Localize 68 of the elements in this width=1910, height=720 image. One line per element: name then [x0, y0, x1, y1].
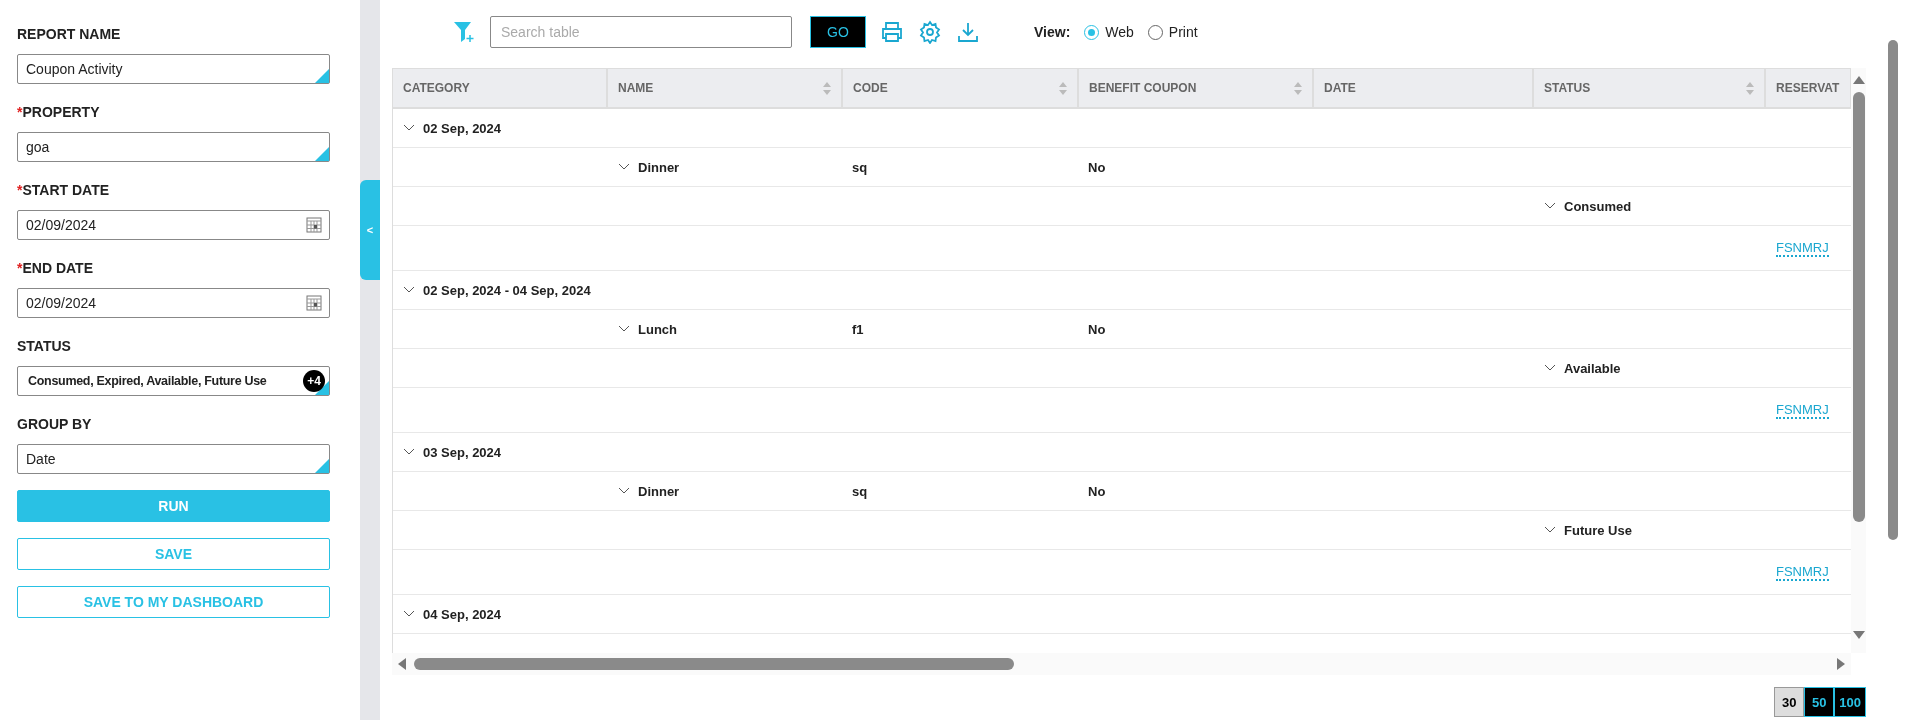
view-radio[interactable]: Print [1147, 24, 1198, 40]
column-header[interactable]: NAME [608, 69, 843, 107]
horizontal-scrollbar-thumb[interactable] [414, 658, 1014, 670]
group-row[interactable]: 03 Sep, 2024 [393, 444, 1851, 460]
scroll-right-icon[interactable] [1837, 658, 1845, 670]
printer-icon[interactable] [880, 20, 904, 44]
calendar-icon[interactable] [306, 295, 322, 311]
group-row[interactable]: 04 Sep, 2024 [393, 606, 1851, 622]
corner-triangle-icon [315, 69, 329, 83]
page-size-button[interactable]: 30 [1774, 687, 1805, 717]
page-size-button[interactable]: 100 [1834, 687, 1866, 717]
chevron-icon[interactable] [403, 448, 415, 456]
field-label: REPORT NAME [17, 26, 122, 42]
table-cell-text: No [1087, 321, 1107, 337]
search-field[interactable]: Search table [490, 16, 792, 48]
chevron-icon[interactable] [1544, 364, 1556, 372]
chevron-icon[interactable] [618, 163, 630, 171]
table-cell-text: sq [851, 159, 869, 175]
select-field[interactable]: Consumed, Expired, Available, Future Use +4 [17, 366, 330, 396]
group-row[interactable]: 02 Sep, 2024 [393, 120, 1851, 136]
field-label: *END DATE [17, 260, 94, 276]
date-field[interactable]: 02/09/2024 [17, 210, 330, 240]
status-cell[interactable]: Consumed [1534, 198, 1766, 214]
field-label: *START DATE [17, 182, 111, 198]
select-field[interactable]: Date [17, 444, 330, 474]
corner-triangle-icon [315, 147, 329, 161]
chevron-icon[interactable] [1544, 202, 1556, 210]
scroll-up-icon[interactable] [1852, 76, 1865, 84]
chevron-icon[interactable] [618, 487, 630, 495]
download-icon[interactable] [956, 20, 980, 44]
name-cell[interactable]: Lunch [608, 321, 843, 337]
status-cell[interactable]: Future Use [1534, 522, 1766, 538]
column-header[interactable]: CATEGORY [393, 69, 608, 107]
table-cell-text: No [1087, 483, 1107, 499]
chevron-icon[interactable] [1544, 526, 1556, 534]
field-label: GROUP BY [17, 416, 93, 432]
view-label: View: [1034, 24, 1071, 40]
chevron-icon[interactable] [403, 610, 415, 618]
vertical-scrollbar-thumb[interactable] [1852, 92, 1865, 522]
view-radio[interactable]: Web [1084, 24, 1134, 40]
group-row[interactable]: 02 Sep, 2024 - 04 Sep, 2024 [393, 282, 1851, 298]
column-header[interactable]: CODE [843, 69, 1079, 107]
column-header[interactable]: DATE [1314, 69, 1534, 107]
date-field[interactable]: 02/09/2024 [17, 288, 330, 318]
table-cell-text: sq [851, 483, 869, 499]
field-label: STATUS [17, 338, 72, 354]
status-cell[interactable]: Available [1534, 360, 1766, 376]
field-label: *PROPERTY [17, 104, 101, 120]
name-cell[interactable]: Dinner [608, 159, 843, 175]
name-cell[interactable]: Dinner [608, 483, 843, 499]
scroll-left-icon[interactable] [398, 658, 406, 670]
chevron-icon[interactable] [403, 124, 415, 132]
chevron-icon[interactable] [618, 325, 630, 333]
table-cell-text: f1 [851, 321, 865, 337]
column-header[interactable]: STATUS [1534, 69, 1766, 107]
count-badge: +4 [303, 370, 325, 392]
column-header[interactable]: BENEFIT COUPON [1079, 69, 1314, 107]
select-field[interactable]: Coupon Activity [17, 54, 330, 84]
scroll-down-icon[interactable] [1852, 631, 1865, 639]
table-cell-text: No [1087, 159, 1107, 175]
settings-icon[interactable] [918, 20, 942, 44]
go-button[interactable]: GO [810, 16, 866, 48]
chevron-icon[interactable] [403, 286, 415, 294]
select-field[interactable]: goa [17, 132, 330, 162]
page-size-button[interactable]: 50 [1804, 687, 1835, 717]
corner-triangle-icon [315, 459, 329, 473]
calendar-icon[interactable] [306, 217, 322, 233]
page-scrollbar-thumb[interactable] [1888, 40, 1898, 540]
